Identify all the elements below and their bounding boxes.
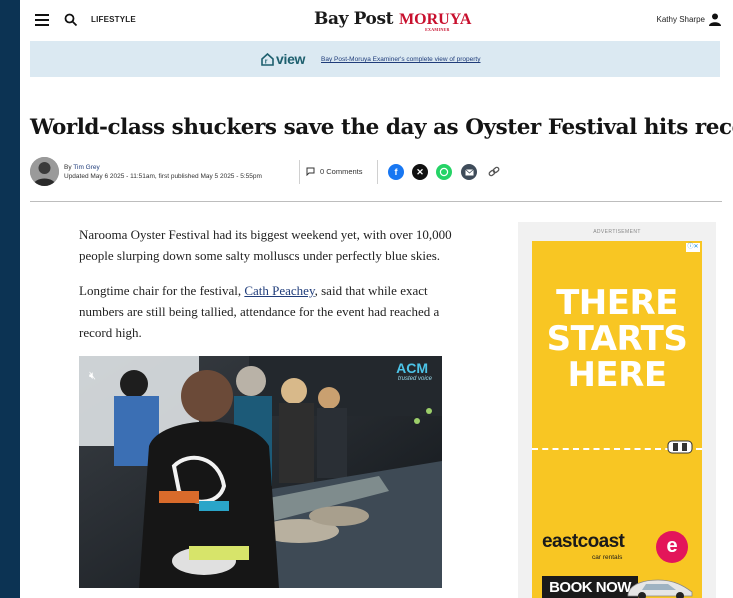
byline: By Tim Grey Updated May 6 2025 - 11:51am…: [64, 164, 262, 180]
link-icon[interactable]: [487, 165, 501, 179]
mute-icon[interactable]: 🔇︎: [89, 370, 96, 383]
car-icon: [667, 440, 693, 454]
site-header: LIFESTYLE Bay Post MORUYA EXAMINER Kathy S…: [20, 0, 733, 40]
search-icon[interactable]: [64, 13, 78, 27]
divider: [299, 160, 300, 184]
svg-text:r: r: [265, 58, 268, 65]
x-icon[interactable]: ✕: [412, 164, 428, 180]
ad-brand: eastcoast: [542, 531, 625, 552]
acm-badge: ACM: [396, 360, 428, 376]
cath-peachey-link[interactable]: Cath Peachey: [244, 283, 314, 298]
divider: [377, 160, 378, 184]
site-logo[interactable]: Bay Post MORUYA EXAMINER: [314, 9, 472, 32]
comments-link[interactable]: 0 Comments: [306, 167, 363, 176]
user-icon[interactable]: [709, 13, 721, 26]
user-name[interactable]: Kathy Sharpe: [657, 15, 705, 24]
ad-container: ADVERTISEMENT ⓘ✕ THERE STARTS HERE eastc…: [518, 222, 716, 598]
logo-bay-post: Bay Post: [314, 9, 394, 29]
article-photo[interactable]: ACM trusted voice 🔇︎: [79, 356, 442, 588]
view-logo: r view: [261, 51, 305, 67]
oyster-shucking-image: [79, 356, 442, 588]
logo-moruya: MORUYA EXAMINER: [399, 11, 472, 32]
email-icon[interactable]: [461, 164, 477, 180]
article-headline: World-class shuckers save the day as Oys…: [30, 115, 733, 140]
acm-badge-sub: trusted voice: [397, 376, 432, 382]
section-link-lifestyle[interactable]: LIFESTYLE: [91, 15, 136, 24]
whatsapp-icon[interactable]: [436, 164, 452, 180]
header-rule: [30, 201, 722, 202]
author-avatar[interactable]: [30, 157, 59, 186]
article-paragraph: Longtime chair for the festival, Cath Pe…: [79, 283, 440, 340]
article-page: LIFESTYLE Bay Post MORUYA EXAMINER Kathy S…: [20, 0, 733, 598]
property-banner[interactable]: r view Bay Post-Moruya Examiner's comple…: [30, 41, 720, 77]
car-image: [627, 579, 693, 598]
ad-label: ADVERTISEMENT: [593, 229, 641, 235]
facebook-icon[interactable]: f: [388, 164, 404, 180]
ad-choices-icon[interactable]: ⓘ✕: [686, 243, 700, 252]
ad-headline: THERE STARTS HERE: [546, 283, 688, 395]
menu-icon[interactable]: [35, 14, 49, 26]
home-r-icon: r: [261, 52, 274, 66]
article-paragraph: Narooma Oyster Festival had its biggest …: [79, 227, 452, 263]
eastcoast-ad[interactable]: ⓘ✕ THERE STARTS HERE eastcoast car renta…: [532, 241, 702, 598]
publish-dates: Updated May 6 2025 - 11:51am, first publ…: [64, 173, 262, 180]
comment-icon: [306, 167, 315, 176]
property-link[interactable]: Bay Post-Moruya Examiner's complete view…: [321, 56, 480, 63]
ad-brand-sub: car rentals: [592, 554, 623, 561]
ad-brand-e-icon: e: [656, 531, 688, 563]
author-link[interactable]: Tim Grey: [73, 164, 99, 171]
